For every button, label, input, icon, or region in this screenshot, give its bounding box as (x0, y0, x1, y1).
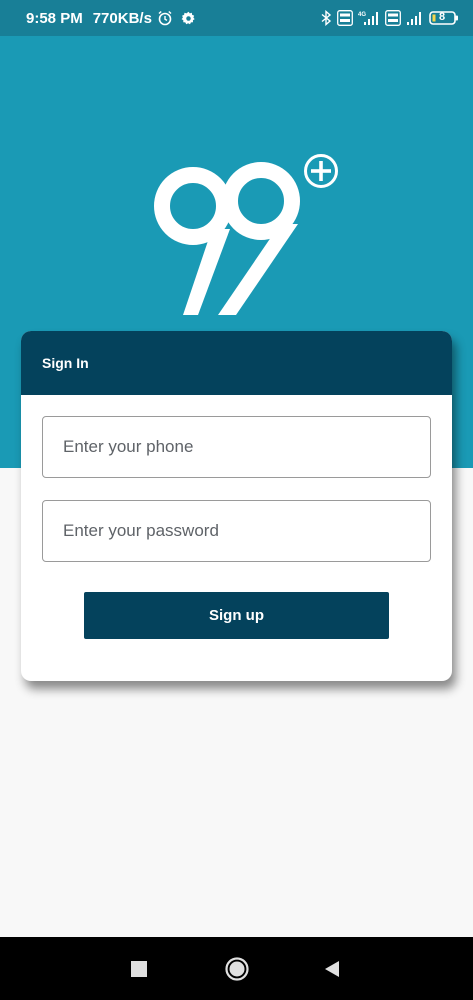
volte-icon (385, 10, 401, 26)
signal-icon (406, 10, 424, 26)
battery-level: 8 (439, 11, 446, 23)
signin-card: Sign In Sign up (21, 331, 452, 681)
signup-button[interactable]: Sign up (84, 592, 389, 639)
gear-icon (181, 11, 196, 26)
back-icon[interactable] (318, 955, 346, 983)
recent-apps-icon[interactable] (125, 955, 153, 983)
navigation-bar (0, 937, 473, 1000)
phone-input[interactable] (42, 416, 431, 478)
svg-text:4G: 4G (358, 12, 366, 18)
battery-icon: 8 (429, 10, 459, 26)
password-input[interactable] (42, 500, 431, 562)
bluetooth-icon (321, 10, 332, 26)
home-icon[interactable] (223, 955, 251, 983)
99-plus-logo (150, 151, 345, 326)
volte-icon (337, 10, 353, 26)
status-bar: 9:58 PM 770KB/s 4G 8 (0, 0, 473, 36)
status-time: 9:58 PM (26, 9, 83, 27)
network-speed: 770KB/s (92, 9, 152, 27)
signin-title: Sign In (42, 355, 89, 371)
alarm-icon (157, 10, 173, 26)
signin-header: Sign In (21, 331, 452, 395)
4g-signal-icon: 4G (358, 10, 380, 26)
